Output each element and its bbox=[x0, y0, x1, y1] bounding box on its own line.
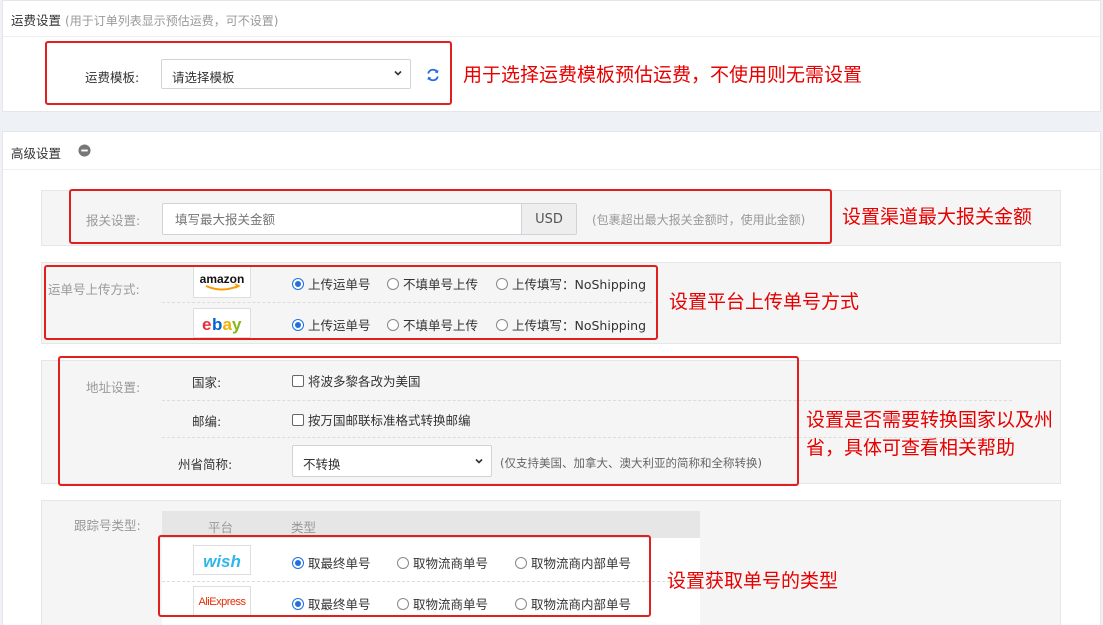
annotation-customs: 设置渠道最大报关金额 bbox=[842, 206, 1033, 228]
shipping-subtitle: (用于订单列表显示预估运费，可不设置) bbox=[65, 14, 279, 28]
annotation-template: 用于选择运费模板预估运费，不使用则无需设置 bbox=[463, 64, 863, 86]
highlight-upload bbox=[44, 265, 658, 340]
tracking-label: 跟踪号类型: bbox=[74, 518, 141, 533]
advanced-title-text: 高级设置 bbox=[11, 146, 62, 161]
shipping-title-text: 运费设置 bbox=[11, 13, 62, 28]
annotation-address-line2: 省，具体可查看相关帮助 bbox=[806, 437, 1016, 459]
col-platform: 平台 bbox=[208, 520, 234, 535]
tracking-table-header bbox=[162, 511, 700, 538]
annotation-address-line1: 设置是否需要转换国家以及州 bbox=[806, 409, 1054, 431]
col-type: 类型 bbox=[291, 520, 317, 535]
shipping-title: 运费设置 (用于订单列表显示预估运费，可不设置) bbox=[11, 10, 278, 29]
annotation-tracking: 设置获取单号的类型 bbox=[667, 570, 839, 592]
advanced-panel-header: 高级设置 bbox=[3, 132, 1100, 170]
highlight-template bbox=[45, 41, 452, 105]
highlight-address bbox=[58, 356, 799, 486]
advanced-title: 高级设置 bbox=[11, 143, 61, 162]
collapse-icon[interactable] bbox=[78, 144, 91, 157]
highlight-tracking bbox=[158, 535, 651, 617]
highlight-customs bbox=[69, 189, 832, 244]
shipping-panel-header: 运费设置 (用于订单列表显示预估运费，可不设置) bbox=[3, 1, 1100, 37]
annotation-upload: 设置平台上传单号方式 bbox=[669, 291, 860, 313]
